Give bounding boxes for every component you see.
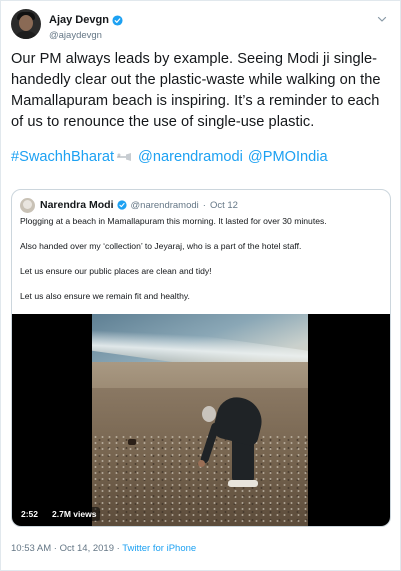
author-names: Ajay Devgn @ajaydevgn <box>49 10 123 41</box>
chevron-down-icon[interactable] <box>376 13 388 25</box>
mention-link-narendramodi[interactable]: @narendramodi <box>138 149 243 165</box>
tweet-timestamp[interactable]: 10:53 AM · Oct 14, 2019 · <box>11 543 122 554</box>
verified-badge-icon <box>116 200 127 210</box>
quoted-date: Oct 12 <box>209 199 238 211</box>
mention-link-pmoindia[interactable]: @PMOIndia <box>248 149 328 165</box>
quoted-author-name: Narendra Modi <box>40 199 114 211</box>
sweeping-broom-emoji-icon <box>117 153 132 162</box>
video-player[interactable]: 2:52 2.7M views <box>12 314 390 526</box>
hashtag-link[interactable]: #SwachhBharat <box>11 149 114 165</box>
video-views: 2.7M views <box>48 507 101 521</box>
quoted-paragraph: Plogging at a beach in Mamallapuram this… <box>20 216 327 226</box>
quoted-paragraph: Let us ensure our public places are clea… <box>20 266 212 276</box>
quoted-paragraph: Also handed over my ‘collection’ to Jeya… <box>20 241 302 251</box>
author-avatar[interactable] <box>11 9 41 39</box>
author-display-name-row[interactable]: Ajay Devgn <box>49 14 123 26</box>
video-thumbnail <box>92 314 308 526</box>
tweet-tags: #SwachhBharat @narendramodi @PMOIndia <box>11 149 333 165</box>
video-overlay: 2:52 2.7M views <box>17 507 101 521</box>
tweet-card[interactable]: Ajay Devgn @ajaydevgn Our PM always lead… <box>0 0 401 571</box>
tweet-source-link[interactable]: Twitter for iPhone <box>122 543 196 554</box>
quoted-author-avatar <box>20 197 35 213</box>
tweet-meta: 10:53 AM · Oct 14, 2019 · Twitter for iP… <box>11 543 196 554</box>
author-display-name[interactable]: Ajay Devgn <box>49 14 109 26</box>
quoted-author-handle: @narendramodi <box>130 199 199 211</box>
verified-badge-icon <box>112 14 123 26</box>
quoted-paragraph: Let us also ensure we remain fit and hea… <box>20 291 190 301</box>
quoted-tweet-header: Narendra Modi @narendramodi · Oct 12 <box>20 196 238 214</box>
person-figure <box>198 393 272 496</box>
quoted-tweet-text: Plogging at a beach in Mamallapuram this… <box>20 215 384 315</box>
author-handle[interactable]: @ajaydevgn <box>49 30 123 41</box>
quoted-tweet[interactable]: Narendra Modi @narendramodi · Oct 12 Plo… <box>11 189 391 527</box>
video-duration: 2:52 <box>17 507 43 521</box>
quoted-separator: · <box>202 199 206 211</box>
tweet-header: Ajay Devgn @ajaydevgn <box>11 7 390 43</box>
tweet-text: Our PM always leads by example. Seeing M… <box>11 51 381 130</box>
